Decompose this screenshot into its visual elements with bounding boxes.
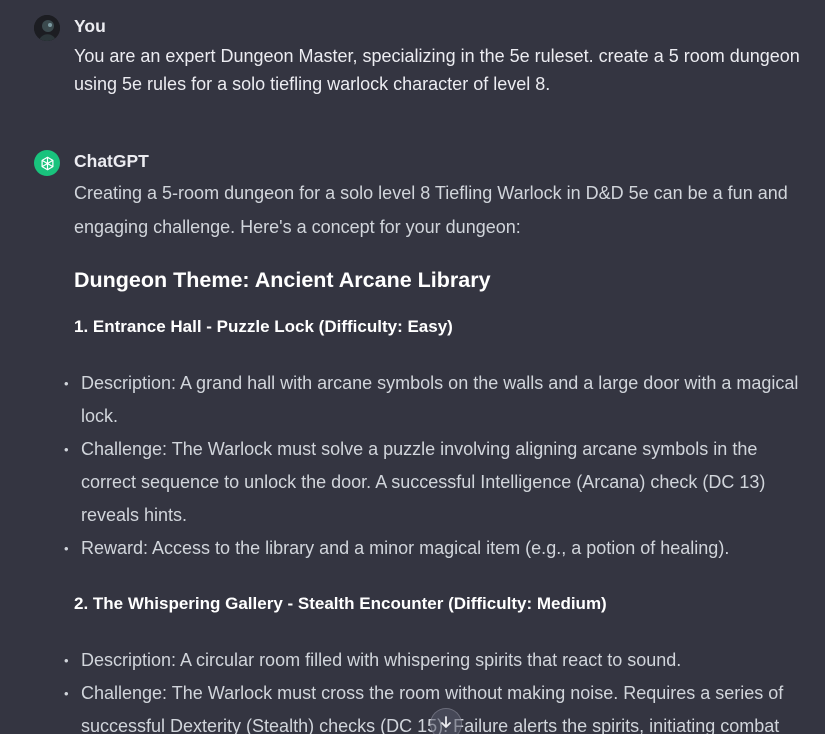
scroll-to-bottom-button[interactable] [430, 708, 462, 734]
assistant-intro-text: Creating a 5-room dungeon for a solo lev… [74, 183, 788, 237]
list-item: Reward: Access to the library and a mino… [60, 532, 810, 565]
arrow-down-icon [439, 715, 453, 734]
user-author-name: You [74, 16, 106, 36]
room-2-heading: 2. The Whispering Gallery - Stealth Enco… [74, 594, 607, 613]
dungeon-theme-heading: Dungeon Theme: Ancient Arcane Library [74, 268, 491, 292]
openai-logo-icon [34, 150, 60, 176]
room-1-list: Description: A grand hall with arcane sy… [60, 367, 810, 565]
list-item: Description: A circular room filled with… [60, 644, 810, 677]
list-item: Challenge: The Warlock must solve a puzz… [60, 433, 810, 532]
list-item: Description: A grand hall with arcane sy… [60, 367, 810, 433]
user-message-text: You are an expert Dungeon Master, specia… [74, 46, 800, 94]
user-avatar [34, 15, 60, 41]
chat-conversation: You You are an expert Dungeon Master, sp… [0, 0, 825, 734]
assistant-author-name: ChatGPT [74, 151, 149, 171]
room-1-heading: 1. Entrance Hall - Puzzle Lock (Difficul… [74, 317, 453, 336]
